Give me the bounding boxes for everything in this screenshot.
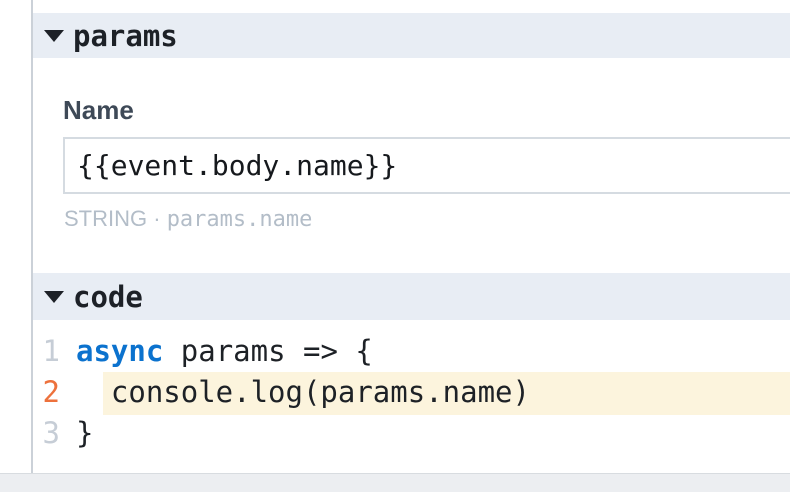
- code-line-3[interactable]: 3 }: [33, 413, 790, 454]
- code-token: params => {: [163, 334, 373, 368]
- code-line-3-text: }: [76, 413, 93, 454]
- section-header-params[interactable]: params: [33, 13, 790, 58]
- field-type-label: STRING: [64, 206, 147, 231]
- meta-separator: ·: [147, 206, 167, 231]
- bottom-status-bar: [0, 473, 790, 492]
- section-title-code: code: [73, 280, 143, 314]
- keyword-token: async: [76, 334, 163, 368]
- triangle-down-icon: [44, 291, 64, 303]
- line-number-2: 2: [33, 372, 60, 413]
- name-input[interactable]: [63, 137, 790, 194]
- section-header-code[interactable]: code: [33, 273, 790, 320]
- code-line-2-text: console.log(params.name): [76, 372, 530, 413]
- code-line-1-text: async params => {: [76, 331, 373, 372]
- line-number-1: 1: [33, 331, 60, 372]
- code-line-2[interactable]: 2 console.log(params.name): [33, 372, 790, 413]
- line-number-3: 3: [33, 413, 60, 454]
- code-editor[interactable]: 1 async params => { 2 console.log(params…: [33, 320, 790, 455]
- name-field-label: Name: [63, 95, 134, 125]
- triangle-down-icon: [44, 30, 64, 42]
- step-configuration-panel: params Name STRING · params.name code 1 …: [33, 0, 790, 473]
- field-path-label: params.name: [167, 207, 313, 232]
- workflow-step-panel: params Name STRING · params.name code 1 …: [0, 0, 790, 492]
- code-line-1[interactable]: 1 async params => {: [33, 331, 790, 372]
- section-title-params: params: [73, 19, 178, 53]
- name-field-meta: STRING · params.name: [64, 205, 312, 234]
